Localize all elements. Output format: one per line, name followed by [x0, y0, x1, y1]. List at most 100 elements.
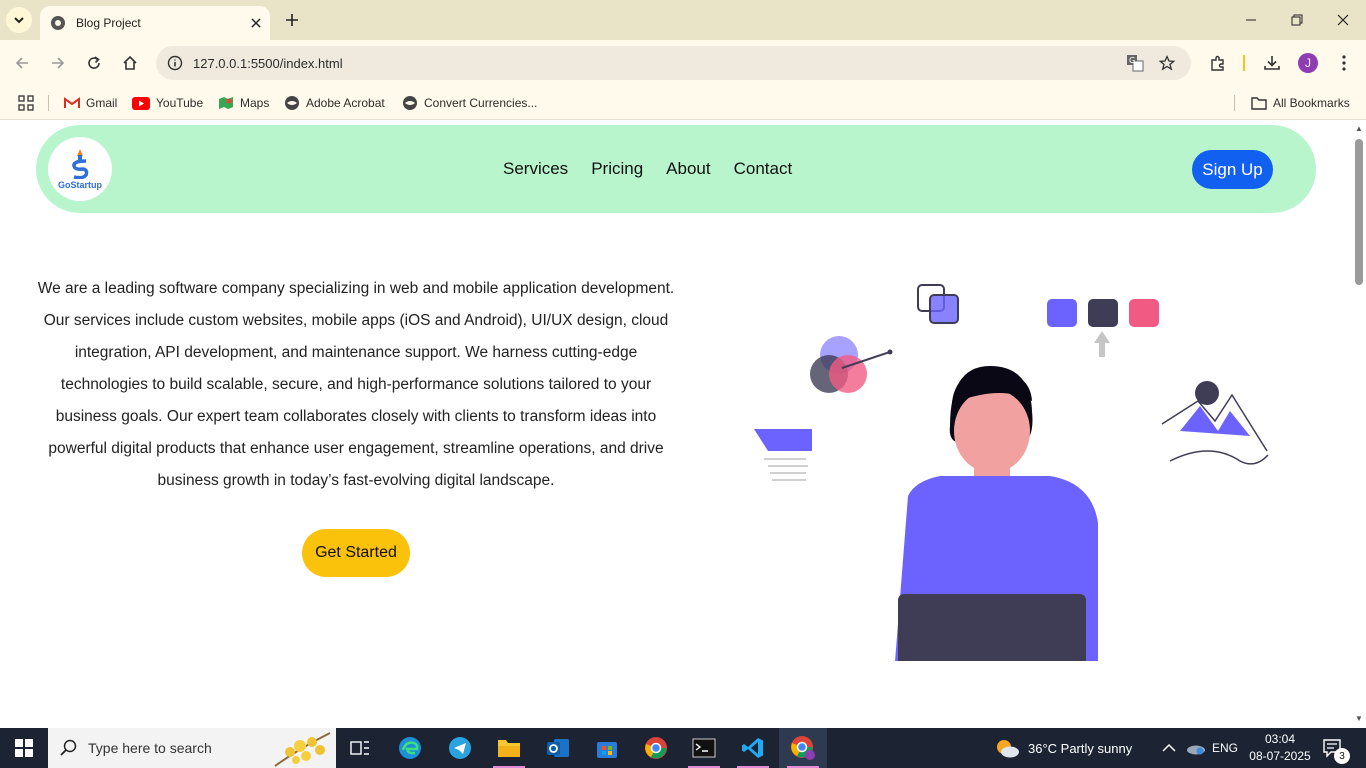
chrome-profile-icon	[791, 736, 815, 760]
star-icon	[1159, 55, 1175, 71]
close-icon	[1337, 14, 1349, 26]
svg-text:G: G	[1129, 56, 1135, 65]
kebab-menu-icon	[1342, 55, 1346, 71]
chevron-down-icon	[14, 17, 24, 24]
bookmark-label: YouTube	[156, 96, 204, 110]
chrome-icon	[645, 737, 667, 759]
reload-icon	[88, 56, 100, 69]
minimize-icon	[1246, 19, 1256, 21]
webpage: GoStartup Services Pricing About Contact…	[0, 121, 1352, 728]
profile-button[interactable]: J	[1295, 50, 1321, 76]
url-text: 127.0.0.1:5500/index.html	[193, 55, 343, 71]
bookmarks-divider	[1234, 95, 1235, 111]
clock-date: 08-07-2025	[1249, 749, 1311, 763]
bookmark-convert-currencies[interactable]: Convert Currencies...	[402, 92, 537, 114]
translate-button[interactable]: G	[1122, 50, 1148, 76]
taskbar-chrome-profile[interactable]	[779, 728, 827, 768]
site-navbar: GoStartup Services Pricing About Contact…	[36, 125, 1316, 213]
youtube-icon	[132, 96, 150, 110]
bookmark-adobe-acrobat[interactable]: Adobe Acrobat	[284, 92, 385, 114]
bookmarks-bar: Gmail YouTube Maps Adobe Acrobat Convert…	[0, 86, 1366, 120]
menu-button[interactable]	[1331, 50, 1357, 76]
task-view-icon	[350, 741, 369, 755]
apps-grid-icon	[18, 95, 34, 111]
task-view-button[interactable]	[336, 728, 384, 768]
reload-button[interactable]	[80, 49, 108, 77]
close-window-button[interactable]	[1320, 0, 1366, 40]
taskbar-vscode[interactable]	[729, 728, 777, 768]
address-bar[interactable]: 127.0.0.1:5500/index.html G	[156, 46, 1191, 80]
home-button[interactable]	[116, 49, 144, 77]
arrow-left-icon	[15, 57, 28, 69]
show-hidden-icons-button[interactable]	[1162, 728, 1176, 768]
weather-text: 36°C Partly sunny	[1028, 740, 1133, 756]
gmail-icon	[64, 97, 80, 108]
logo-text: GoStartup	[58, 179, 102, 190]
nav-link-pricing[interactable]: Pricing	[591, 159, 643, 179]
taskbar-outlook[interactable]	[534, 728, 582, 768]
avatar: J	[1298, 53, 1318, 73]
site-info-button[interactable]	[158, 46, 192, 80]
get-started-button[interactable]: Get Started	[302, 529, 410, 577]
taskbar-terminal[interactable]	[680, 728, 728, 768]
scroll-up-arrow[interactable]: ▲	[1355, 125, 1363, 133]
notification-count: 3	[1334, 748, 1350, 764]
language-indicator[interactable]: ENG	[1212, 728, 1238, 768]
browser-tab[interactable]: Blog Project	[40, 6, 270, 40]
edge-icon	[399, 737, 421, 759]
apps-button[interactable]	[18, 92, 34, 114]
bookmarks-divider	[48, 95, 49, 111]
site-logo[interactable]: GoStartup	[48, 137, 112, 201]
bookmark-star-button[interactable]	[1154, 50, 1180, 76]
puzzle-icon	[1211, 55, 1224, 71]
onedrive-button[interactable]	[1186, 728, 1206, 768]
info-icon	[167, 55, 183, 71]
all-bookmarks-button[interactable]: All Bookmarks	[1251, 92, 1350, 114]
taskbar-edge[interactable]	[386, 728, 434, 768]
scroll-down-arrow[interactable]: ▼	[1355, 715, 1363, 723]
taskbar-chrome[interactable]	[632, 728, 680, 768]
hero-description: We are a leading software company specia…	[37, 280, 675, 489]
tab-search-button[interactable]	[6, 7, 32, 33]
search-placeholder: Type here to search	[88, 740, 212, 756]
downloads-button[interactable]	[1259, 50, 1285, 76]
taskbar-file-explorer[interactable]	[485, 728, 533, 768]
minimize-button[interactable]	[1228, 0, 1274, 40]
globe-icon	[403, 96, 417, 110]
bookmark-gmail[interactable]: Gmail	[64, 92, 117, 114]
nav-link-contact[interactable]: Contact	[734, 159, 793, 179]
taskbar-microsoft-store[interactable]	[583, 728, 631, 768]
bookmark-youtube[interactable]: YouTube	[132, 92, 203, 114]
forward-button[interactable]	[44, 49, 72, 77]
extensions-button[interactable]	[1205, 50, 1231, 76]
arrow-right-icon	[52, 57, 65, 69]
clock[interactable]: 03:04 08-07-2025	[1249, 728, 1311, 768]
terminal-icon	[692, 738, 716, 758]
scrollbar-thumb[interactable]	[1355, 139, 1363, 285]
page-scrollbar[interactable]: ▲ ▼	[1352, 121, 1366, 728]
search-icon	[60, 739, 77, 756]
plus-icon	[286, 14, 298, 26]
outlook-icon	[547, 739, 569, 757]
nav-links: Services Pricing About Contact	[503, 159, 815, 179]
sign-up-button[interactable]: Sign Up	[1192, 150, 1273, 189]
bookmark-label: Maps	[240, 96, 270, 110]
cloud-icon	[1187, 745, 1205, 755]
bookmark-maps[interactable]: Maps	[218, 92, 269, 114]
windows-logo-icon	[15, 739, 33, 757]
vscode-icon	[742, 738, 763, 758]
notifications-button[interactable]: 3	[1322, 728, 1350, 768]
start-button[interactable]	[0, 728, 48, 768]
weather-widget[interactable]: 36°C Partly sunny	[994, 728, 1132, 768]
tab-close-button[interactable]	[244, 11, 268, 35]
restore-button[interactable]	[1274, 0, 1320, 40]
taskbar-telegram[interactable]	[436, 728, 484, 768]
nav-link-services[interactable]: Services	[503, 159, 568, 179]
back-button[interactable]	[8, 49, 36, 77]
nav-link-about[interactable]: About	[666, 159, 710, 179]
close-icon	[251, 18, 261, 28]
partly-sunny-icon	[997, 740, 1019, 758]
home-icon	[123, 55, 137, 70]
new-tab-button[interactable]	[280, 8, 304, 32]
taskbar-search[interactable]: Type here to search	[48, 728, 336, 768]
